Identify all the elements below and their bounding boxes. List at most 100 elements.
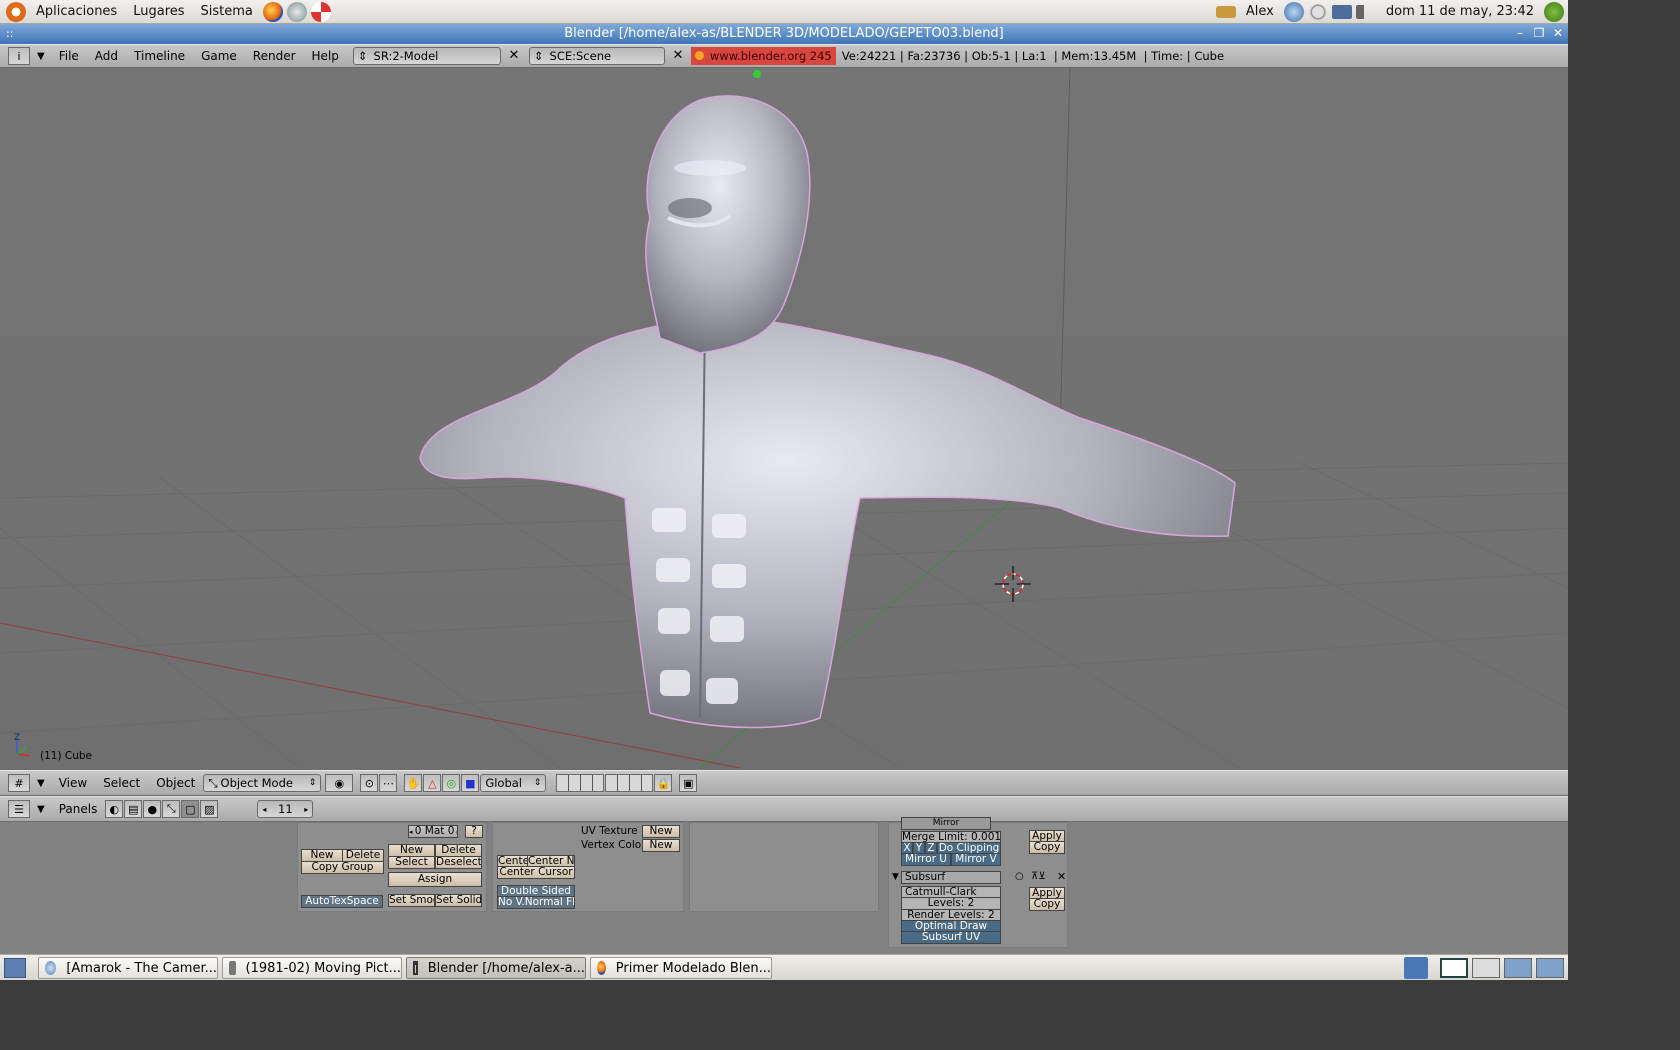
minimize-icon[interactable]: – (1513, 26, 1527, 40)
view3d-header: # ▼ View Select Object ⤡ Object Mode ⇕ ◉ ⊙… (0, 770, 1568, 796)
menu-select[interactable]: Select (95, 776, 148, 790)
vertex-color-new-button[interactable]: New (642, 839, 680, 852)
scene-selector[interactable]: ⇕ SCE:Scene (528, 47, 665, 65)
trash-icon[interactable] (1404, 957, 1428, 979)
material-assign-button[interactable]: Assign (388, 872, 482, 887)
ubuntu-logo-icon[interactable] (6, 1, 26, 22)
blender-website-link[interactable]: www.blender.org 245 (690, 47, 836, 65)
center-cursor-button[interactable]: Center Cursor (497, 866, 575, 879)
window-menu-icon[interactable]: :: (6, 24, 13, 44)
vertex-color-label: Vertex Color (581, 839, 646, 851)
rotate-manipulator-icon[interactable]: △ (423, 774, 442, 792)
window-icon (413, 961, 418, 975)
material-deselect-button[interactable]: Deselect (435, 856, 482, 869)
subsurf-modifier-header[interactable]: Subsurf (901, 871, 1001, 884)
buttons-panel: ◂ 0 Mat 0 ▸ ? New Delete Copy Group New … (0, 817, 1568, 954)
view3d-editor-type-icon[interactable]: # (8, 774, 30, 792)
set-solid-button[interactable]: Set Solid (435, 894, 482, 907)
editing-context-icon[interactable]: ▢ (181, 800, 200, 818)
material-select-button[interactable]: Select (388, 856, 435, 869)
mail-icon[interactable] (286, 1, 307, 22)
buttons-header: ☰ ▼ Panels ◐ ▤ ● ⤡ ▢ ▨ ◂ 11 ▸ (0, 796, 1568, 822)
frame-counter[interactable]: ◂ 11 ▸ (257, 800, 314, 818)
workspace-4[interactable] (1536, 958, 1564, 978)
menu-help[interactable]: Help (304, 49, 347, 63)
help-lifebuoy-icon[interactable] (310, 1, 331, 22)
subsurf-delete-icon[interactable]: ✕ (1057, 870, 1066, 883)
menu-lugares[interactable]: Lugares (125, 4, 192, 19)
collapse-buttons-header-icon[interactable]: ▼ (37, 804, 45, 815)
collapse-header-icon[interactable]: ▼ (37, 51, 45, 62)
script-context-icon[interactable]: ▤ (124, 800, 143, 818)
copy-group-button[interactable]: Copy Group (301, 861, 384, 874)
network-icon[interactable] (1215, 5, 1236, 18)
workspace-3[interactable] (1504, 958, 1532, 978)
volume-icon[interactable] (1355, 4, 1376, 19)
pivot-icon[interactable]: ⊙ (360, 774, 379, 792)
weather-icon[interactable] (1544, 1, 1564, 22)
autotexspace-toggle[interactable]: AutoTexSpace (301, 895, 383, 908)
menu-add[interactable]: Add (87, 49, 126, 63)
task-moving-pictures[interactable]: (1981-02) Moving Pict... (222, 957, 402, 979)
uv-texture-new-button[interactable]: New (642, 825, 680, 838)
menu-view[interactable]: View (51, 776, 95, 790)
grab-manipulator-icon[interactable]: ✋ (404, 774, 423, 792)
logic-context-icon[interactable]: ◐ (105, 800, 124, 818)
shading-context-icon[interactable]: ● (143, 800, 162, 818)
task-blender[interactable]: Blender [/home/alex-a... (406, 957, 586, 979)
menu-file[interactable]: File (51, 49, 87, 63)
link-materials-panel: ◂ 0 Mat 0 ▸ ? New Delete Copy Group New … (297, 822, 487, 912)
mirror-v-toggle[interactable]: Mirror V (951, 853, 1001, 866)
collapse-view3d-header-icon[interactable]: ▼ (37, 778, 45, 789)
show-desktop-icon[interactable] (4, 958, 26, 978)
draw-type-icon[interactable]: ◉ (325, 774, 354, 792)
display-icon[interactable] (1331, 4, 1352, 19)
manipulator-toggle-icon[interactable]: ■ (461, 774, 480, 792)
menu-timeline[interactable]: Timeline (126, 49, 193, 63)
screen-selector[interactable]: ⇕ SR:2-Model (352, 47, 501, 65)
object-context-icon[interactable]: ⤡ (162, 800, 181, 818)
globe-icon[interactable] (1283, 1, 1304, 22)
delete-scene-icon[interactable]: ✕ (669, 47, 687, 65)
search-icon[interactable] (1307, 1, 1328, 22)
layers-row-2[interactable] (605, 774, 654, 792)
delete-screen-icon[interactable]: ✕ (505, 47, 523, 65)
menu-game[interactable]: Game (193, 49, 245, 63)
mirror-u-toggle[interactable]: Mirror U (901, 853, 951, 866)
lock-layers-icon[interactable]: 🔒 (654, 774, 673, 792)
subsurf-copy-button[interactable]: Copy (1029, 898, 1065, 911)
subsurf-move-icons[interactable]: ⊼⊻ (1031, 871, 1046, 882)
mirror-modifier-header[interactable]: Mirror (901, 817, 991, 830)
layers-row-1[interactable] (556, 774, 605, 792)
scale-manipulator-icon[interactable]: ◎ (442, 774, 461, 792)
material-help-button[interactable]: ? (465, 825, 483, 838)
orientation-selector[interactable]: Global ⇕ (480, 774, 547, 792)
snap-icon[interactable]: ⋯ (379, 774, 398, 792)
subsurf-toggle-circle-icon[interactable]: ○ (1015, 871, 1024, 882)
render-preview-icon[interactable]: ▣ (679, 774, 698, 792)
info-editor-type-icon[interactable]: i (8, 47, 30, 65)
task-amarok[interactable]: [Amarok - The Camer... (38, 957, 218, 979)
menu-render[interactable]: Render (245, 49, 304, 63)
firefox-icon[interactable] (262, 1, 283, 22)
menu-aplicaciones[interactable]: Aplicaciones (28, 4, 125, 19)
mode-selector[interactable]: ⤡ Object Mode ⇕ (203, 774, 322, 792)
scene-context-icon[interactable]: ▨ (200, 800, 219, 818)
menu-object[interactable]: Object (148, 776, 203, 790)
clock[interactable]: dom 11 de may, 23:42 (1378, 4, 1542, 19)
material-index-field[interactable]: ◂ 0 Mat 0 ▸ (408, 825, 458, 838)
subsurf-expand-icon[interactable]: ▼ (892, 872, 899, 882)
mirror-copy-button[interactable]: Copy (1029, 841, 1065, 854)
task-firefox[interactable]: Primer Modelado Blen... (590, 957, 772, 979)
close-icon[interactable]: ✕ (1551, 26, 1565, 40)
workspace-1[interactable] (1440, 958, 1468, 978)
no-vnormal-flip-toggle[interactable]: No V.Normal Flip (497, 896, 575, 909)
subsurf-uv-toggle[interactable]: Subsurf UV (901, 931, 1001, 944)
user-name[interactable]: Alex (1238, 4, 1282, 19)
menu-sistema[interactable]: Sistema (193, 4, 261, 19)
workspace-2[interactable] (1472, 958, 1500, 978)
set-smooth-button[interactable]: Set Smoo (388, 894, 435, 907)
buttons-editor-type-icon[interactable]: ☰ (8, 800, 30, 818)
maximize-icon[interactable]: ❐ (1532, 26, 1546, 40)
3d-viewport[interactable]: Z (11) Cube (0, 68, 1568, 770)
